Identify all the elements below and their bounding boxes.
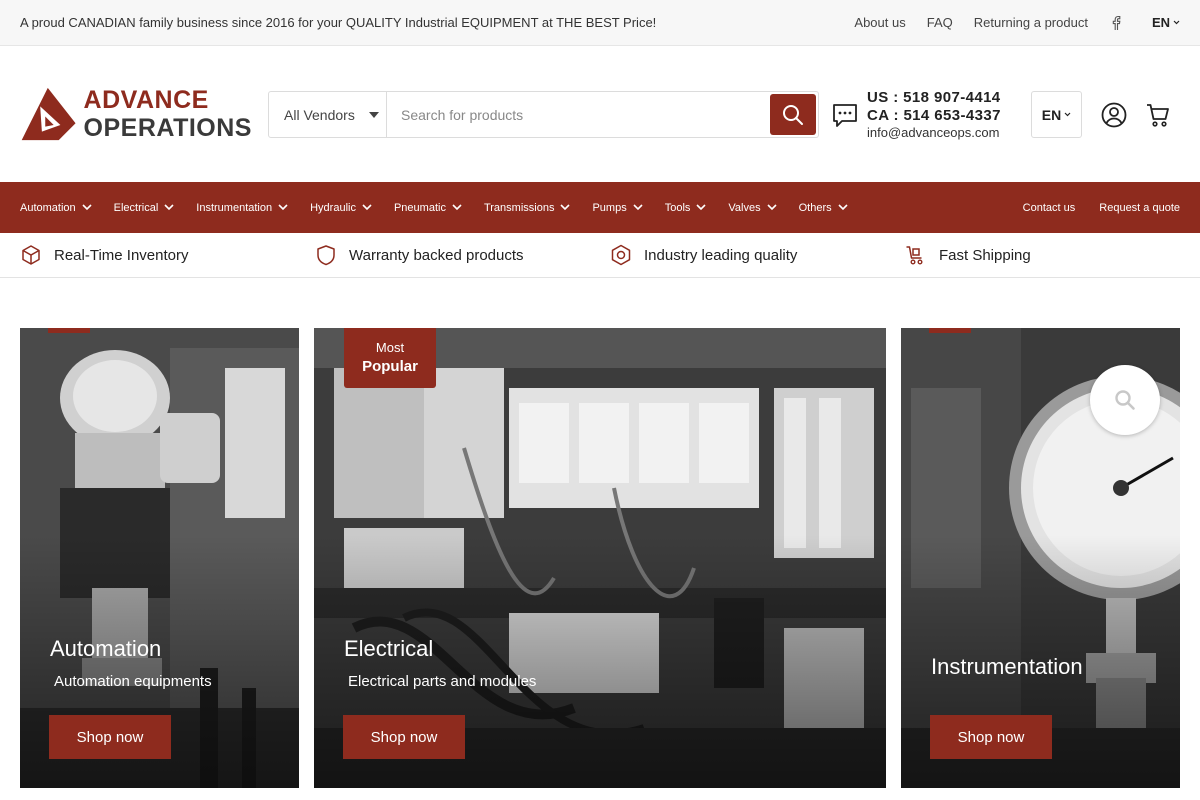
card-title: Electrical [344,636,434,661]
main-navigation: Automation Electrical Instrumentation Hy… [0,182,1200,233]
vendor-select-label: All Vendors [284,106,355,123]
chevron-down-icon [696,204,706,211]
feature-label: Warranty backed products [349,246,524,264]
faq-link[interactable]: FAQ [927,15,953,30]
brand-logo[interactable]: ADVANCE OPERATIONS [20,80,252,148]
shop-now-button[interactable]: Shop now [343,715,465,759]
nav-item-tools[interactable]: Tools [665,202,707,214]
language-selector[interactable]: EN [1152,15,1180,30]
phone-ca[interactable]: CA : 514 653-4337 [867,107,1001,125]
chevron-down-icon [362,204,372,211]
box-icon [22,245,40,265]
category-card-automation[interactable]: Automation Automation equipments Shop no… [20,328,299,788]
chevron-down-icon [278,204,288,211]
logo-line-1: ADVANCE [83,85,209,114]
nav-label: Pneumatic [393,201,446,214]
most-popular-badge: Most Popular [344,328,436,388]
contact-email[interactable]: info@advanceops.com [867,125,1001,141]
vendor-select[interactable]: All Vendors [269,92,387,137]
feature-warranty: Warranty backed products [315,244,610,266]
feature-quality: Industry leading quality [610,244,905,266]
chevron-down-icon [82,204,92,211]
feature-label: Fast Shipping [939,246,1031,264]
search-icon [1115,390,1135,410]
card-title: Automation [50,636,162,661]
nav-label: Valves [728,201,761,214]
nav-item-pneumatic[interactable]: Pneumatic [394,202,462,214]
category-cards: Automation Automation equipments Shop no… [20,328,1180,788]
category-card-instrumentation[interactable]: Instrumentation Shop now [901,328,1180,788]
nav-item-transmissions[interactable]: Transmissions [484,202,571,214]
site-header: ADVANCE OPERATIONS All Vendors US : 518 … [0,46,1200,182]
hexagon-icon [611,244,631,266]
nav-label: Tools [664,201,691,214]
zoom-button[interactable] [1090,365,1160,435]
search-icon [783,104,803,125]
nav-item-electrical[interactable]: Electrical [114,202,175,214]
nav-item-pumps[interactable]: Pumps [592,201,643,214]
nav-item-instrumentation[interactable]: Instrumentation [196,202,288,214]
nav-label: Instrumentation [196,201,273,214]
badge-line-1: Most [375,340,405,355]
search-button[interactable] [770,94,816,135]
header-language-selector[interactable]: EN [1031,91,1082,138]
chevron-down-icon [633,204,643,211]
request-quote-link[interactable]: Request a quote [1099,202,1180,214]
chat-icon [833,103,857,127]
announcement-text: A proud CANADIAN family business since 2… [20,15,657,30]
nav-label: Hydraulic [310,201,356,214]
nav-label: Pumps [592,201,627,214]
features-strip: Real-Time Inventory Warranty backed prod… [0,233,1200,278]
about-us-link[interactable]: About us [854,15,905,30]
feature-label: Industry leading quality [644,246,798,264]
logo-line-2: OPERATIONS [83,113,252,142]
shield-icon [317,245,335,266]
nav-item-others[interactable]: Others [799,202,848,214]
nav-label: Automation [20,201,76,214]
card-description: Automation equipments [54,673,212,690]
chevron-down-icon [164,204,174,211]
badge-line-2: Popular [362,358,418,375]
card-description: Electrical parts and modules [348,673,537,690]
shop-now-button[interactable]: Shop now [49,715,171,759]
category-card-electrical[interactable]: Most Popular Electrical Electrical parts… [314,328,886,788]
phone-us[interactable]: US : 518 907-4414 [867,89,1001,107]
chevron-down-icon [1064,112,1071,117]
chevron-down-icon [767,204,777,211]
chevron-down-icon [1173,20,1180,25]
account-icon[interactable] [1101,102,1127,128]
topbar-links: About us FAQ Returning a product EN [854,15,1180,31]
card-tab-marker [929,328,971,333]
cart-shipping-icon [906,246,923,265]
logo-mark-icon [21,87,76,141]
chevron-down-icon [452,204,462,211]
shop-now-button[interactable]: Shop now [930,715,1052,759]
nav-item-valves[interactable]: Valves [728,201,777,214]
nav-item-hydraulic[interactable]: Hydraulic [310,202,372,214]
contact-block: US : 518 907-4414 CA : 514 653-4337 info… [831,89,1001,141]
chevron-down-icon [838,204,848,211]
cart-icon[interactable] [1145,102,1171,128]
search-bar: All Vendors [268,91,819,138]
header-language-label: EN [1041,106,1062,123]
facebook-icon[interactable] [1109,15,1123,31]
nav-item-automation[interactable]: Automation [20,202,92,214]
nav-label: Others [798,201,832,214]
card-tab-marker [48,328,90,333]
announcement-bar: A proud CANADIAN family business since 2… [0,0,1200,46]
feature-fast-shipping: Fast Shipping [905,244,1200,266]
contact-us-link[interactable]: Contact us [1023,202,1076,214]
search-input[interactable] [387,92,770,137]
feature-label: Real-Time Inventory [54,246,189,264]
nav-label: Electrical [113,201,159,214]
caret-down-icon [368,111,379,118]
nav-label: Transmissions [483,201,555,214]
chevron-down-icon [560,204,571,211]
language-label: EN [1151,15,1170,30]
returning-product-link[interactable]: Returning a product [974,15,1088,30]
card-title: Instrumentation [931,654,1083,679]
feature-real-time-inventory: Real-Time Inventory [20,244,315,266]
